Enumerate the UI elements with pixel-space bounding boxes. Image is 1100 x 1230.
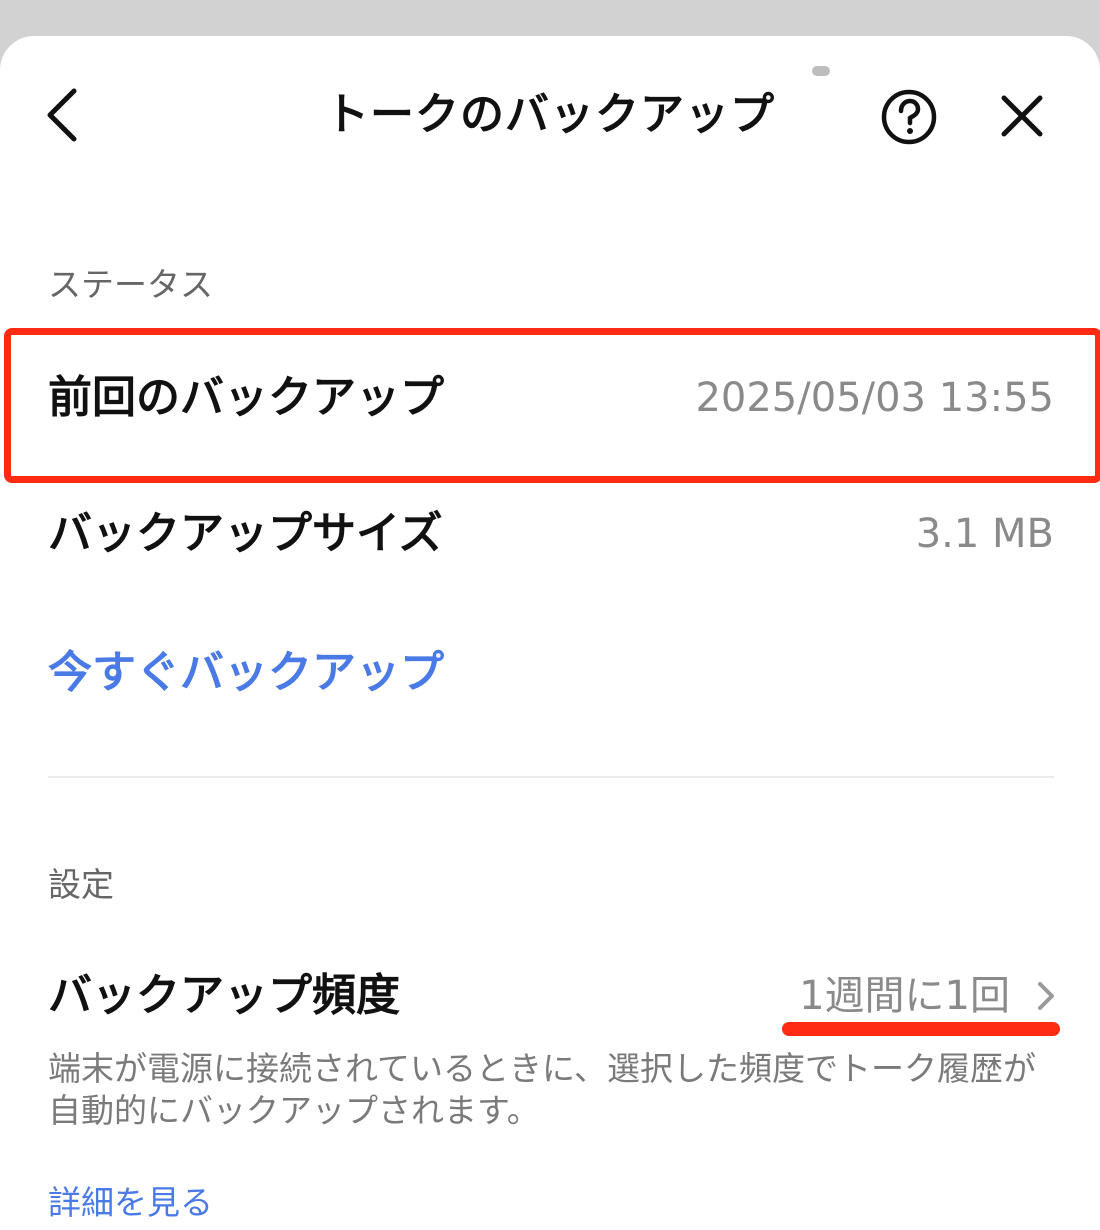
close-button[interactable] (992, 86, 1052, 146)
backup-sheet: トークのバックアップ ステータス 前回のバックアップ 2025/05/03 13… (0, 36, 1100, 1230)
details-link[interactable]: 詳細を見る (48, 1176, 213, 1224)
close-icon (1001, 95, 1043, 137)
help-button[interactable] (878, 86, 940, 148)
chevron-left-icon (47, 88, 77, 142)
section-divider (48, 776, 1054, 778)
settings-section-label: 設定 (48, 865, 114, 904)
backup-size-label: バックアップサイズ (48, 508, 443, 559)
backup-size-row: バックアップサイズ 3.1 MB (0, 484, 1100, 584)
status-section-label: ステータス (48, 265, 213, 304)
chevron-right-icon (1038, 982, 1054, 1010)
backup-now-button[interactable]: 今すぐバックアップ (48, 636, 444, 700)
backup-frequency-label: バックアップ頻度 (48, 970, 400, 1021)
last-backup-row: 前回のバックアップ 2025/05/03 13:55 (0, 348, 1100, 448)
backup-frequency-description: 端末が電源に接続されているときに、選択した頻度でトーク履歴が自動的にバックアップ… (48, 1049, 1037, 1130)
last-backup-label: 前回のバックアップ (48, 372, 444, 423)
nav-bar: トークのバックアップ (0, 36, 1100, 196)
question-circle-icon (881, 89, 937, 145)
last-backup-value: 2025/05/03 13:55 (695, 375, 1054, 421)
page-title: トークのバックアップ (325, 89, 775, 140)
backup-size-value: 3.1 MB (915, 511, 1054, 557)
back-button[interactable] (38, 82, 94, 148)
underline-annotation (782, 1022, 1060, 1036)
